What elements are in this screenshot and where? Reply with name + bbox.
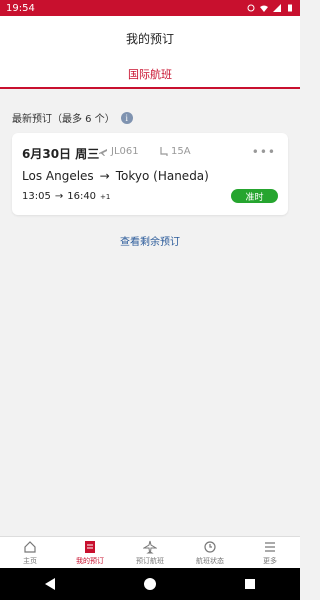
booking-card[interactable]: 6月30日 周三 JL061 15A ••• Los Angeles → Tok… <box>12 133 288 215</box>
seat-icon <box>160 146 168 156</box>
flight-number: JL061 <box>98 146 139 157</box>
airplane-icon <box>99 148 107 156</box>
home-icon <box>24 541 36 553</box>
status-icons <box>247 4 294 12</box>
clock-icon <box>204 541 216 553</box>
system-nav-bar <box>0 568 300 600</box>
flight-date: 6月30日 周三 <box>22 147 100 161</box>
nav-flight-status[interactable]: 航班状态 <box>180 537 240 569</box>
flight-times: 13:05 → 16:40 +1 <box>22 191 110 202</box>
destination-city: Tokyo (Haneda) <box>115 169 209 183</box>
status-time: 19:54 <box>6 2 35 14</box>
menu-icon <box>265 542 275 552</box>
day-offset: +1 <box>100 192 111 201</box>
back-icon[interactable] <box>44 578 55 590</box>
nav-home[interactable]: 主页 <box>0 537 60 569</box>
nav-my-bookings[interactable]: 我的预订 <box>60 537 120 569</box>
nav-more[interactable]: 更多 <box>240 537 300 569</box>
battery-icon <box>288 4 292 12</box>
nav-book-flight[interactable]: 预订航班 <box>120 537 180 569</box>
time-arrow: → <box>54 191 64 202</box>
origin-city: Los Angeles <box>22 169 94 183</box>
status-badge: 准时 <box>231 189 278 203</box>
section-label-text: 最新预订（最多 6 个） <box>12 114 115 125</box>
wifi-icon <box>260 5 268 12</box>
tab-underline <box>0 87 300 89</box>
recent-apps-icon[interactable] <box>245 579 256 589</box>
header: 我的预订 国际航班 <box>0 16 300 89</box>
route-arrow: → <box>99 169 110 183</box>
flight-route: Los Angeles → Tokyo (Haneda) <box>22 169 209 183</box>
depart-time: 13:05 <box>22 191 51 202</box>
status-bar: 19:54 <box>0 0 300 16</box>
bookings-section-label: 最新预订（最多 6 个） i <box>12 110 133 125</box>
tab-international[interactable]: 国际航班 <box>0 66 300 82</box>
signal-icon <box>273 4 281 12</box>
bookings-icon <box>85 541 95 553</box>
home-button-icon[interactable] <box>143 578 156 590</box>
arrive-time: 16:40 <box>67 191 97 202</box>
info-icon[interactable]: i <box>120 111 133 124</box>
alarm-icon <box>247 4 255 12</box>
bottom-nav: 主页 我的预订 预订航班 航班状态 更多 <box>0 536 300 569</box>
airplane-icon <box>143 540 157 554</box>
more-options-icon[interactable]: ••• <box>252 145 276 159</box>
seat-number: 15A <box>159 146 191 157</box>
view-more-bookings-link[interactable]: 查看剩余预订 <box>0 233 300 248</box>
page-title: 我的预订 <box>125 32 174 46</box>
